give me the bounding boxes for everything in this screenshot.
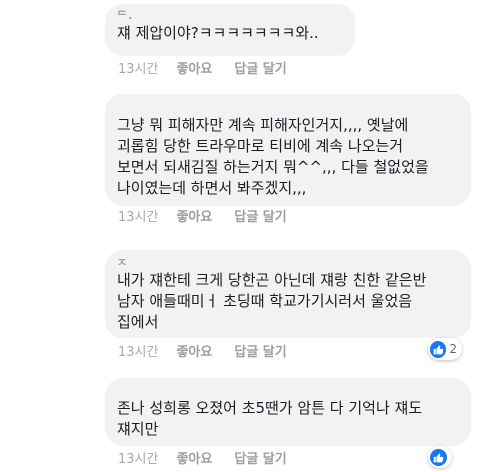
comment-text: 집에서 bbox=[117, 313, 159, 331]
like-button[interactable]: 좋아요 bbox=[176, 210, 212, 225]
comment-text: 존나 성희롱 오졌어 초5땐가 암튼 다 기억나 쟤도 bbox=[117, 399, 423, 417]
comment-bubble: 존나 성희롱 오졌어 초5땐가 암튼 다 기억나 쟤도 쟤지만 bbox=[105, 378, 471, 446]
comment-text: 내가 쟤한테 크게 당한곤 아닌데 쟤랑 친한 같은반 bbox=[117, 271, 427, 289]
reaction-badge[interactable]: 2 bbox=[428, 338, 462, 360]
comment-author[interactable] bbox=[117, 101, 459, 115]
like-button[interactable]: 좋아요 bbox=[176, 452, 212, 467]
comment-meta: 13시간 좋아요 답글 달기 bbox=[118, 343, 287, 363]
comment-author[interactable]: ㅈ bbox=[117, 256, 459, 270]
like-button[interactable]: 좋아요 bbox=[176, 62, 212, 77]
reply-button[interactable]: 답글 달기 bbox=[234, 62, 286, 77]
comment-bubble: ㅈ 내가 쟤한테 크게 당한곤 아닌데 쟤랑 친한 같은반 남자 애들때미ㅓ 초… bbox=[105, 250, 471, 338]
comment-author[interactable]: ᄃ. bbox=[117, 9, 343, 23]
comment-author[interactable] bbox=[117, 384, 459, 398]
comment-timestamp[interactable]: 13시간 bbox=[118, 452, 158, 467]
comment-bubble: ᄃ. 쟤 제압이야?ㅋㅋㅋㅋㅋㅋㅋ와.. bbox=[105, 4, 355, 56]
reply-button[interactable]: 답글 달기 bbox=[234, 452, 286, 467]
comment-thread: ᄃ. 쟤 제압이야?ㅋㅋㅋㅋㅋㅋㅋ와.. 13시간 좋아요 답글 달기 그냥 뭐 피… bbox=[0, 0, 480, 472]
reply-button[interactable]: 답글 달기 bbox=[234, 210, 286, 225]
like-icon bbox=[430, 340, 447, 358]
comment-meta: 13시간 좋아요 답글 달기 bbox=[118, 208, 287, 228]
comment-meta: 13시간 좋아요 답글 달기 bbox=[118, 60, 287, 80]
comment-text: 쟤지만 bbox=[117, 420, 159, 438]
comment-timestamp[interactable]: 13시간 bbox=[118, 210, 158, 225]
comment-text: 괴롭힘 당한 트라우마로 티비에 계속 나오는거 bbox=[117, 137, 404, 155]
comment-timestamp[interactable]: 13시간 bbox=[118, 345, 158, 360]
comment-text: 쟤 제압이야?ㅋㅋㅋㅋㅋㅋㅋ와.. bbox=[117, 24, 319, 42]
comment-text: 그냥 뭐 피해자만 계속 피해자인거지,,,, 옛날에 bbox=[117, 116, 409, 134]
comment-bubble: 그냥 뭐 피해자만 계속 피해자인거지,,,, 옛날에 괴롭힘 당한 트라우마로… bbox=[105, 94, 471, 206]
comment-timestamp[interactable]: 13시간 bbox=[118, 62, 158, 77]
comment-text: 보면서 되새김질 하는거지 뭐^^,,, 다들 철없었을 bbox=[117, 158, 429, 176]
like-icon bbox=[430, 448, 447, 466]
comment-text: 남자 애들때미ㅓ 초딩때 학교가기시러서 울었음 bbox=[117, 292, 413, 310]
reaction-badge[interactable] bbox=[428, 446, 452, 468]
like-button[interactable]: 좋아요 bbox=[176, 345, 212, 360]
reaction-count: 2 bbox=[449, 342, 457, 356]
reply-button[interactable]: 답글 달기 bbox=[234, 345, 286, 360]
comment-text: 나이였는데 하면서 봐주겠지,,, bbox=[117, 179, 307, 197]
comment-meta: 13시간 좋아요 답글 달기 bbox=[118, 450, 287, 470]
